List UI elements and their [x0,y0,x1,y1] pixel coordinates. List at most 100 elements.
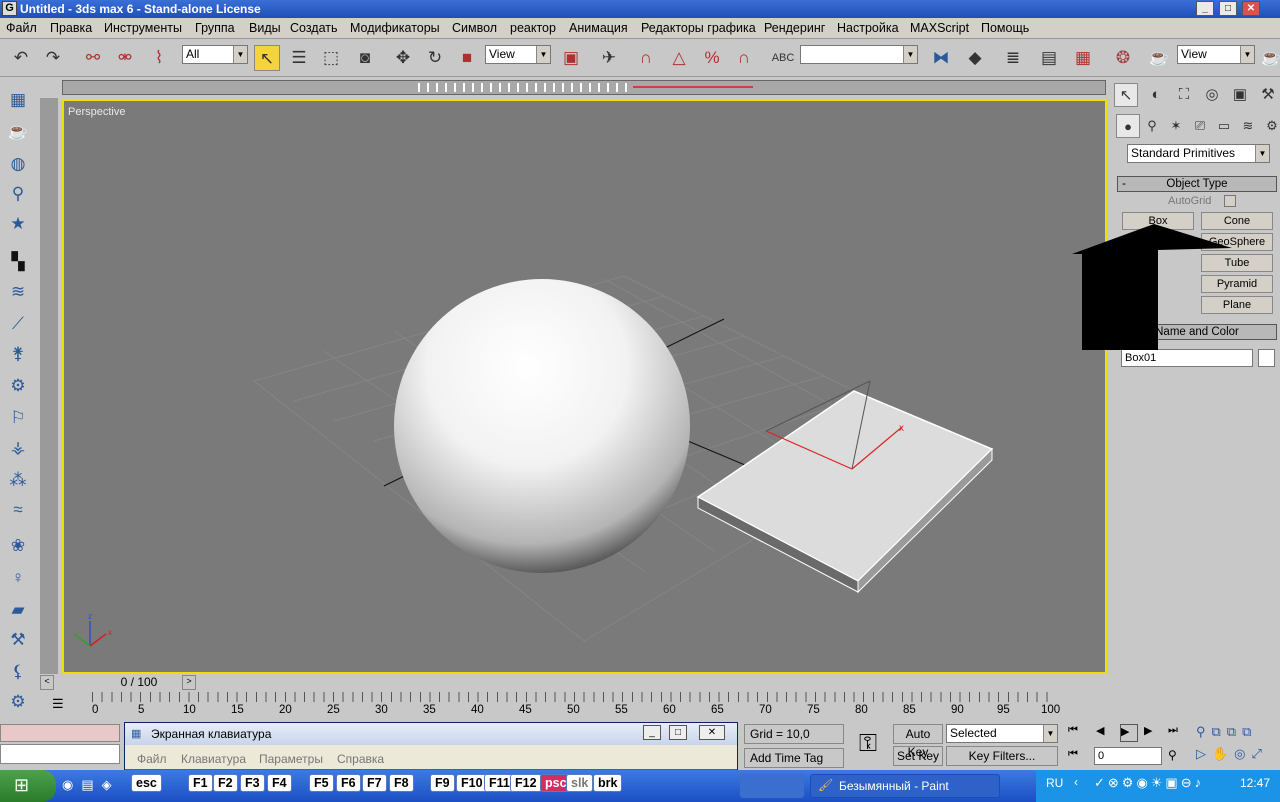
maximize-button[interactable]: □ [1219,1,1237,16]
motion-tab-icon[interactable]: ◎ [1200,83,1224,107]
track-bar-ruler[interactable]: ☰ 0 5 10 15 20 25 30 35 40 45 50 55 60 6… [40,692,1108,720]
key-filters-button[interactable]: Key Filters... [946,746,1058,766]
helix-icon[interactable]: ❀ [6,534,30,558]
gear-icon[interactable]: ⚙ [6,374,30,398]
menu-modifiers[interactable]: Модификаторы [350,21,440,35]
start-button[interactable]: ⊞ [0,770,56,802]
sphere-object[interactable] [394,279,690,573]
add-time-tag-button[interactable]: Add Time Tag [744,748,844,768]
key-break[interactable]: brk [593,774,623,792]
current-frame-field[interactable]: 0 [1094,747,1162,765]
named-selection-dropdown[interactable]: ▼ [800,45,918,64]
material-editor-icon[interactable]: ❂ [1110,45,1136,71]
next-key-icon[interactable]: ▶ [1144,724,1162,742]
time-config-icon[interactable]: ⚲ [1168,748,1186,766]
particle-icon[interactable]: ⁂ [6,468,30,492]
previous-key-icon[interactable]: ◀ [1096,724,1114,742]
menu-views[interactable]: Виды [249,21,281,35]
set-key-button[interactable]: Set Key [893,746,943,766]
render-view-dropdown[interactable]: View ▼ [1177,45,1255,64]
menu-maxscript[interactable]: MAXScript [910,21,969,35]
wave-icon[interactable]: ≈ [6,498,30,522]
viewport-perspective[interactable]: Perspective x z x [62,99,1107,674]
osk-titlebar[interactable]: ▦ Экранная клавиатура _ □ ✕ [125,723,737,745]
key-f10[interactable]: F10 [456,774,488,792]
key-f4[interactable]: F4 [267,774,292,792]
rotate-icon[interactable]: ↻ [422,45,448,71]
scale-icon[interactable]: ■ [454,45,480,71]
selection-filter-dropdown[interactable]: All ▼ [182,45,248,64]
lights-icon[interactable]: ✶ [1164,114,1188,138]
auto-key-button[interactable]: Auto Key [893,724,943,759]
fan-icon[interactable]: ⚶ [6,436,30,460]
rollout-object-type[interactable]: - Object Type [1117,176,1277,192]
select-object-icon[interactable]: ↖ [254,45,280,71]
pivot-center-icon[interactable]: ▣ [558,45,584,71]
menu-tools[interactable]: Инструменты [104,21,182,35]
hinge-icon[interactable]: ⚒ [6,628,30,652]
lathe-icon[interactable]: ⚲ [6,182,30,206]
top-track-bar[interactable] [62,80,1106,95]
play-icon[interactable]: ▶ [1120,724,1138,742]
layer-manager-icon[interactable]: ≣ [1000,45,1026,71]
quick-launch-icons[interactable]: ◉▤◈ [62,777,132,795]
bone-icon[interactable]: ⟋ [6,312,30,336]
box-object[interactable] [696,390,994,594]
menu-graph-editors[interactable]: Редакторы графика [641,21,756,35]
category-dropdown[interactable]: Standard Primitives ▼ [1127,144,1270,163]
coil-icon[interactable]: ≋ [6,280,30,304]
object-color-swatch[interactable] [1258,349,1275,367]
minimize-button[interactable]: _ [1196,1,1214,16]
magnet-icon[interactable]: ⚵ [6,342,30,366]
go-to-end-icon[interactable]: ⏭ [1168,724,1186,742]
osk-menu-settings[interactable]: Параметры [259,752,323,766]
time-slider[interactable]: < 0 / 100 > [40,674,1108,692]
display-tab-icon[interactable]: ▣ [1228,83,1252,107]
taskbar-button-3dsmax[interactable] [740,774,804,798]
maxscript-listener-mini[interactable] [0,724,120,742]
osk-maximize-button[interactable]: □ [669,725,687,740]
window-crossing-icon[interactable]: ◙ [352,45,378,71]
key-icon[interactable]: ⚿ [848,726,888,762]
key-scroll-lock[interactable]: slk [566,774,594,792]
menu-reactor[interactable]: реактор [510,21,556,35]
align-icon[interactable]: ◆ [962,45,988,71]
reactor-icon[interactable]: ⚙ [6,690,30,714]
key-mode-dropdown[interactable]: Selected ▼ [946,724,1058,743]
key-f2[interactable]: F2 [213,774,238,792]
render-scene-icon[interactable]: ☕ [1146,45,1172,71]
select-manipulate-icon[interactable]: ✈ [596,45,622,71]
autogrid-checkbox[interactable] [1224,195,1236,207]
menu-character[interactable]: Символ [452,21,497,35]
osk-minimize-button[interactable]: _ [643,725,661,740]
taskbar-button-paint[interactable]: Безымянный - Paint [810,774,1000,798]
redo-icon[interactable]: ↷ [40,45,66,71]
hierarchy-tab-icon[interactable]: ⛶ [1172,83,1196,107]
menu-customize[interactable]: Настройка [837,21,899,35]
space-warps-icon[interactable]: ≋ [1236,114,1260,138]
language-indicator[interactable]: RU [1046,776,1063,790]
menu-help[interactable]: Помощь [981,21,1029,35]
key-mode-toggle-icon[interactable]: ⏮ [1068,748,1086,766]
cloth-icon[interactable]: ▰ [6,598,30,622]
prev-frame-icon[interactable]: < [40,675,54,690]
teapot-icon[interactable]: ☕ [6,120,30,144]
go-to-start-icon[interactable]: ⏮ [1068,724,1086,742]
bind-space-warp-icon[interactable]: ⌇ [146,45,172,71]
curve-editor-icon[interactable]: ▤ [1036,45,1062,71]
key-f8[interactable]: F8 [389,774,414,792]
next-frame-icon[interactable]: > [182,675,196,690]
key-esc[interactable]: esc [131,774,162,792]
cameras-icon[interactable]: ⎚ [1188,114,1212,138]
app-icon[interactable]: G [2,1,17,16]
unlink-icon[interactable]: ⚮ [112,45,138,71]
key-f1[interactable]: F1 [188,774,213,792]
menu-group[interactable]: Группа [195,21,235,35]
menu-edit[interactable]: Правка [50,21,92,35]
utilities-tab-icon[interactable]: ⚒ [1256,83,1280,107]
tray-icons[interactable]: ✓⊗⚙◉☀▣⊖♪ [1094,775,1204,791]
key-f3[interactable]: F3 [240,774,265,792]
spinner-snap-icon[interactable]: ∩ [731,45,757,71]
status-prompt-field[interactable] [0,744,120,764]
menu-file[interactable]: Файл [6,21,37,35]
